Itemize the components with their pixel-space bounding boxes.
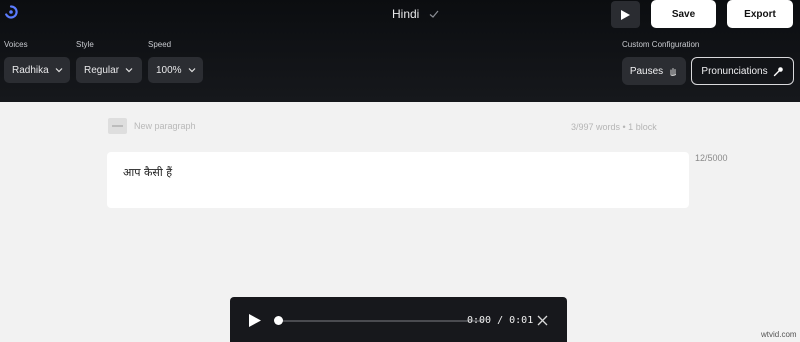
seek-knob[interactable] [273, 316, 283, 325]
microphone-icon [773, 66, 783, 76]
chevron-down-icon [55, 68, 63, 73]
speed-value: 100% [156, 64, 182, 76]
paragraph-icon[interactable] [108, 118, 127, 134]
voice-value: Radhika [12, 64, 49, 76]
play-all-button[interactable] [611, 1, 640, 28]
play-icon[interactable] [249, 314, 261, 327]
word-block-stats: 3/997 words • 1 block [571, 122, 657, 132]
character-count: 12/5000 [695, 153, 728, 163]
speed-select[interactable]: 100% [148, 57, 203, 83]
text-editor[interactable]: आप कैसी हैं [107, 152, 689, 208]
seek-track[interactable] [278, 320, 484, 322]
pronunciations-button[interactable]: Pronunciations [691, 57, 794, 85]
style-select[interactable]: Regular [76, 57, 142, 83]
drag-handle-icon [112, 125, 123, 127]
style-value: Regular [84, 64, 120, 76]
editor-text[interactable]: आप कैसी हैं [123, 165, 172, 180]
watermark: wtvid.com [761, 330, 797, 339]
speed-label: Speed [148, 40, 172, 49]
export-button[interactable]: Export [727, 0, 793, 28]
pronunciations-label: Pronunciations [701, 65, 768, 77]
chevron-down-icon [188, 68, 196, 73]
hand-pause-icon [670, 68, 677, 76]
top-toolbar: Hindi Save Export Voices Style Speed Cus… [0, 0, 800, 102]
check-icon [429, 10, 439, 18]
chevron-down-icon [125, 68, 133, 73]
pauses-label: Pauses [629, 65, 664, 77]
playback-time: 0:00 / 0:01 [467, 315, 534, 326]
project-title-group: Hindi [392, 7, 439, 21]
voices-label: Voices [4, 40, 28, 49]
app-logo-icon[interactable] [4, 5, 18, 19]
custom-configuration-label: Custom Configuration [622, 40, 700, 49]
voice-select[interactable]: Radhika [4, 57, 70, 83]
pauses-button[interactable]: Pauses [622, 57, 686, 85]
save-button[interactable]: Save [651, 0, 716, 28]
play-icon [621, 9, 630, 20]
project-title[interactable]: Hindi [392, 7, 419, 21]
paragraph-label[interactable]: New paragraph [134, 121, 196, 131]
audio-player: 0:00 / 0:01 [230, 297, 567, 342]
close-icon[interactable] [537, 315, 548, 326]
paragraph-header: New paragraph [108, 118, 196, 134]
style-label: Style [76, 40, 94, 49]
